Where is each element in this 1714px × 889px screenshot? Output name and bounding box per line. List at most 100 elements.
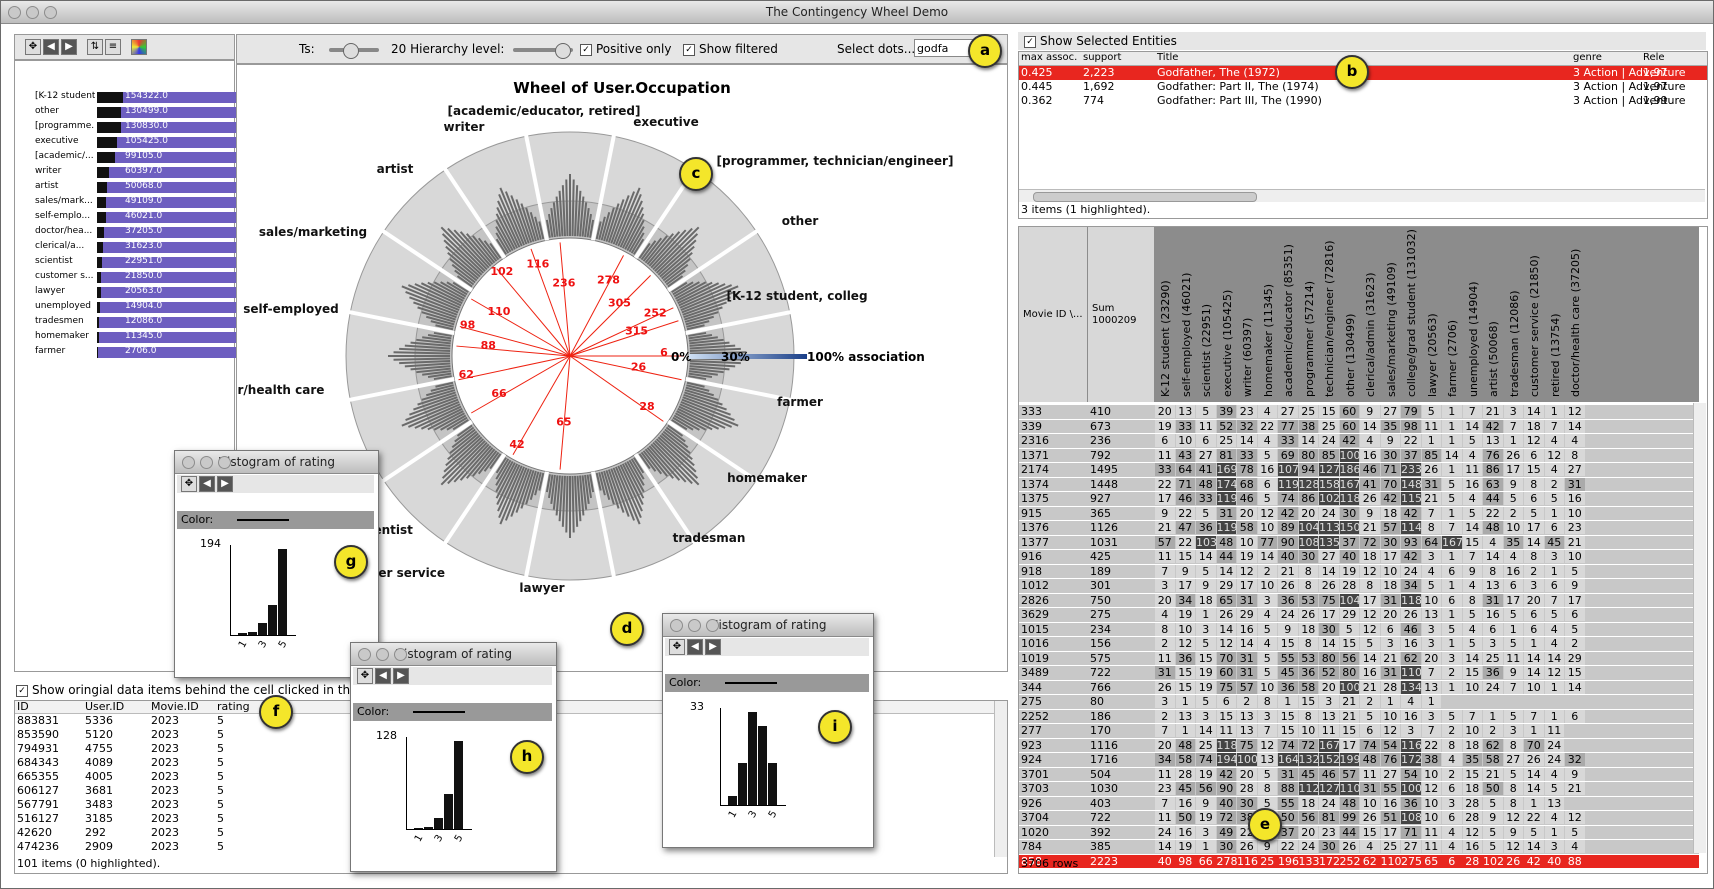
matrix-cell[interactable]: 118 [1339,492,1361,505]
matrix-cell[interactable]: 2252 [1021,709,1085,723]
matrix-cell[interactable]: 116 [1401,738,1422,752]
matrix-cell[interactable]: 23 [1155,782,1175,795]
matrix-cell[interactable]: 17 [1380,825,1400,839]
matrix-cell[interactable]: 1031 [1090,535,1152,549]
matrix-cell[interactable]: 41 [1360,477,1380,491]
ts-slider-knob[interactable] [343,43,359,59]
matrix-cell[interactable]: 81 [1319,811,1339,824]
matrix-cell[interactable]: 70 [1380,477,1400,491]
matrix-cell[interactable]: 5 [1257,666,1277,679]
matrix-cell[interactable]: 4 [1421,564,1441,578]
matrix-cell[interactable]: 16 [1380,796,1400,810]
matrix-cell[interactable]: 55 [1278,651,1298,665]
matrix-cell[interactable]: 16 [1401,709,1421,723]
matrix-cell[interactable]: 16 [1565,492,1585,505]
matrix-cell[interactable]: 31 [1216,506,1236,520]
matrix-column-header[interactable]: scientist (22951) [1200,304,1213,397]
matrix-cell[interactable]: 13 [1483,434,1503,447]
matrix-cell[interactable]: 11 [1155,448,1175,462]
matrix-cell[interactable]: 99 [1339,811,1359,824]
matrix-cell[interactable]: 26 [1524,753,1544,766]
matrix-cell[interactable]: 5 [1196,506,1216,520]
matrix-cell[interactable]: 48 [1196,477,1216,491]
matrix-cell[interactable]: 100 [1237,753,1258,766]
matrix-cell[interactable]: 17 [1524,521,1544,534]
category-list-item[interactable]: executive 105425.0 [21,136,245,148]
matrix-cell[interactable]: 20 [1421,651,1441,665]
matrix-column-header[interactable]: other (130499) [1344,314,1357,397]
matrix-cell[interactable]: 64 [1421,535,1441,549]
matrix-cell[interactable]: 11 [1155,767,1175,781]
matrix-cell[interactable]: 42 [1339,434,1359,447]
matrix-cell[interactable]: 7 [1503,680,1523,694]
matrix-cell[interactable]: 33 [1278,434,1298,447]
matrix-cell[interactable]: 14 [1524,405,1544,418]
matrix-cell[interactable]: 15 [1339,724,1359,737]
close-window-button[interactable] [358,648,371,661]
matrix-cell[interactable]: 21 [1380,651,1400,665]
matrix-cell[interactable]: 119 [1216,492,1238,505]
matrix-cell[interactable]: 25 [1298,405,1318,418]
matrix-cell[interactable]: 35 [1462,753,1482,766]
matrix-cell[interactable]: 5 [1360,709,1380,723]
show-filtered-checkbox[interactable]: ✓ [683,43,695,56]
matrix-cell[interactable]: 57 [1237,680,1257,694]
matrix-cell[interactable]: 38 [1421,753,1441,766]
show-selected-option[interactable]: ✓ Show Selected Entities [1024,34,1177,48]
matrix-column-header[interactable]: artist (50068) [1487,321,1500,397]
matrix-cell[interactable]: 103 [1196,535,1217,549]
matrix-cell[interactable]: 2 [1442,666,1462,679]
matrix-cell[interactable]: 113 [1319,521,1340,534]
matrix-cell[interactable]: 9 [1503,477,1523,491]
matrix-cell[interactable]: 13 [1544,796,1564,810]
matrix-cell[interactable]: 22 [1401,434,1421,447]
matrix-cell[interactable]: 392 [1090,825,1152,839]
matrix-cell[interactable]: 2 [1237,695,1257,708]
matrix-cell[interactable]: 4 [1503,550,1523,563]
matrix-cell[interactable]: 5 [1257,448,1277,462]
matrix-cell[interactable]: 4 [1544,637,1564,650]
list-icon[interactable]: ≡ [105,39,121,55]
matrix-cell[interactable]: 10 [1257,680,1277,694]
matrix-cell[interactable]: 44 [1339,825,1359,839]
matrix-cell[interactable]: 5 [1544,492,1564,505]
matrix-cell[interactable]: 5 [1483,840,1503,853]
category-list-item[interactable]: writer 60397.0 [21,166,245,178]
matrix-cell[interactable]: 5 [1565,564,1585,578]
matrix-cell[interactable]: 13 [1175,709,1195,723]
matrix-cell[interactable]: 50 [1175,811,1195,824]
matrix-cell[interactable]: 722 [1090,811,1152,824]
matrix-cell[interactable]: 2 [1503,506,1523,520]
matrix-cell[interactable]: 11 [1360,767,1380,781]
matrix-cell[interactable]: 11 [1155,811,1175,824]
matrix-cell[interactable]: 167 [1442,535,1463,549]
matrix-cell[interactable]: 26 [1421,463,1441,476]
close-window-button[interactable] [670,619,683,632]
matrix-cell[interactable]: 2 [1565,637,1585,650]
matrix-cell[interactable]: 20 [1155,738,1175,752]
matrix-cell[interactable]: 14 [1524,651,1544,665]
matrix-cell[interactable]: 3 [1155,695,1175,708]
matrix-cell[interactable]: 403 [1090,796,1152,810]
matrix-cell[interactable]: 94 [1298,463,1318,476]
matrix-cell[interactable]: 43 [1175,448,1195,462]
matrix-cell[interactable]: 18 [1380,506,1400,520]
matrix-cell[interactable]: 7 [1544,419,1564,433]
matrix-cell[interactable]: 4 [1544,767,1564,781]
category-list-item[interactable]: doctor/hea... 37205.0 [21,226,245,238]
color-range-slider[interactable] [413,711,465,713]
matrix-cell[interactable]: 275 [1090,608,1152,621]
matrix-cell[interactable]: 46 [1360,463,1380,476]
matrix-cell[interactable]: 8 [1257,695,1277,708]
matrix-cell[interactable]: 10 [1421,593,1441,607]
matrix-cell[interactable]: 6 [1442,854,1462,868]
matrix-cell[interactable]: 8 [1298,637,1318,650]
matrix-cell[interactable]: 65 [1421,854,1441,868]
matrix-cell[interactable]: 36 [1278,680,1298,694]
matrix-cell[interactable]: 58 [1237,521,1257,534]
matrix-cell[interactable]: 5 [1565,825,1585,839]
matrix-cell[interactable]: 750 [1090,593,1152,607]
matrix-cell[interactable]: 57 [1155,535,1175,549]
matrix-cell[interactable]: 16 [1462,840,1482,853]
matrix-cell[interactable]: 1 [1503,622,1523,636]
